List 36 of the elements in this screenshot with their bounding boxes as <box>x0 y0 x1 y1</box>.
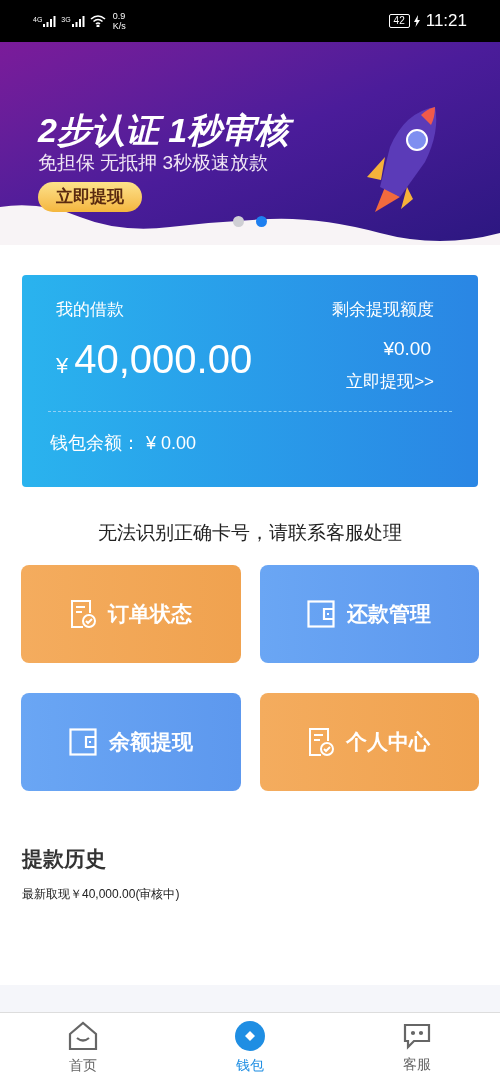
promo-banner[interactable]: 2步认证 1秒审核 免担保 无抵押 3秒极速放款 立即提现 <box>0 42 500 245</box>
speed-unit: K/s <box>112 21 126 31</box>
diamond-circle-icon <box>235 1020 265 1051</box>
battery-icon: 42 <box>388 14 410 28</box>
wallet-icon <box>68 728 97 756</box>
menu-tile[interactable]: 个人中心 <box>259 693 479 791</box>
withdraw-now-button[interactable]: 立即提现 <box>38 182 142 212</box>
charging-icon <box>413 15 420 27</box>
wallet-icon <box>307 600 336 628</box>
notice-text: 无法识别正确卡号，请联系客服处理 <box>97 521 403 545</box>
wallet-balance: ¥ 0.00 <box>146 431 197 455</box>
clock: 11:21 <box>425 10 467 33</box>
loan-label: 我的借款 <box>56 299 125 321</box>
network-speed: 0.9 <box>112 11 126 21</box>
signal-icon <box>43 15 57 27</box>
tab-item[interactable]: 首页 <box>0 1013 167 1083</box>
history-title: 提款历史 <box>22 846 107 872</box>
signal-icon <box>71 15 85 27</box>
menu-tile[interactable]: 还款管理 <box>259 565 479 663</box>
menu-tile[interactable]: 订单状态 <box>21 565 241 663</box>
currency-symbol: ¥ <box>56 351 69 380</box>
quota-label: 剩余提现额度 <box>332 299 434 321</box>
menu-tile[interactable]: 余额提现 <box>21 693 241 791</box>
wallet-balance-label: 钱包余额： <box>50 431 140 455</box>
document-check-icon <box>69 599 96 629</box>
wifi-icon <box>89 15 106 27</box>
withdraw-link[interactable]: 立即提现>> <box>346 369 434 395</box>
house-icon <box>67 1020 100 1051</box>
banner-subtitle: 免担保 无抵押 3秒极速放款 <box>38 151 269 175</box>
document-check-icon <box>308 727 335 757</box>
history-entry: 最新取现￥40,000.00(审核中) <box>22 885 181 903</box>
tab-item[interactable]: 客服 <box>333 1013 500 1083</box>
tab-item[interactable]: 钱包 <box>166 1013 334 1083</box>
chat-icon <box>401 1021 432 1050</box>
quota-value: ¥0.00 <box>383 336 431 361</box>
loan-amount: 40,000.00 <box>74 336 253 381</box>
